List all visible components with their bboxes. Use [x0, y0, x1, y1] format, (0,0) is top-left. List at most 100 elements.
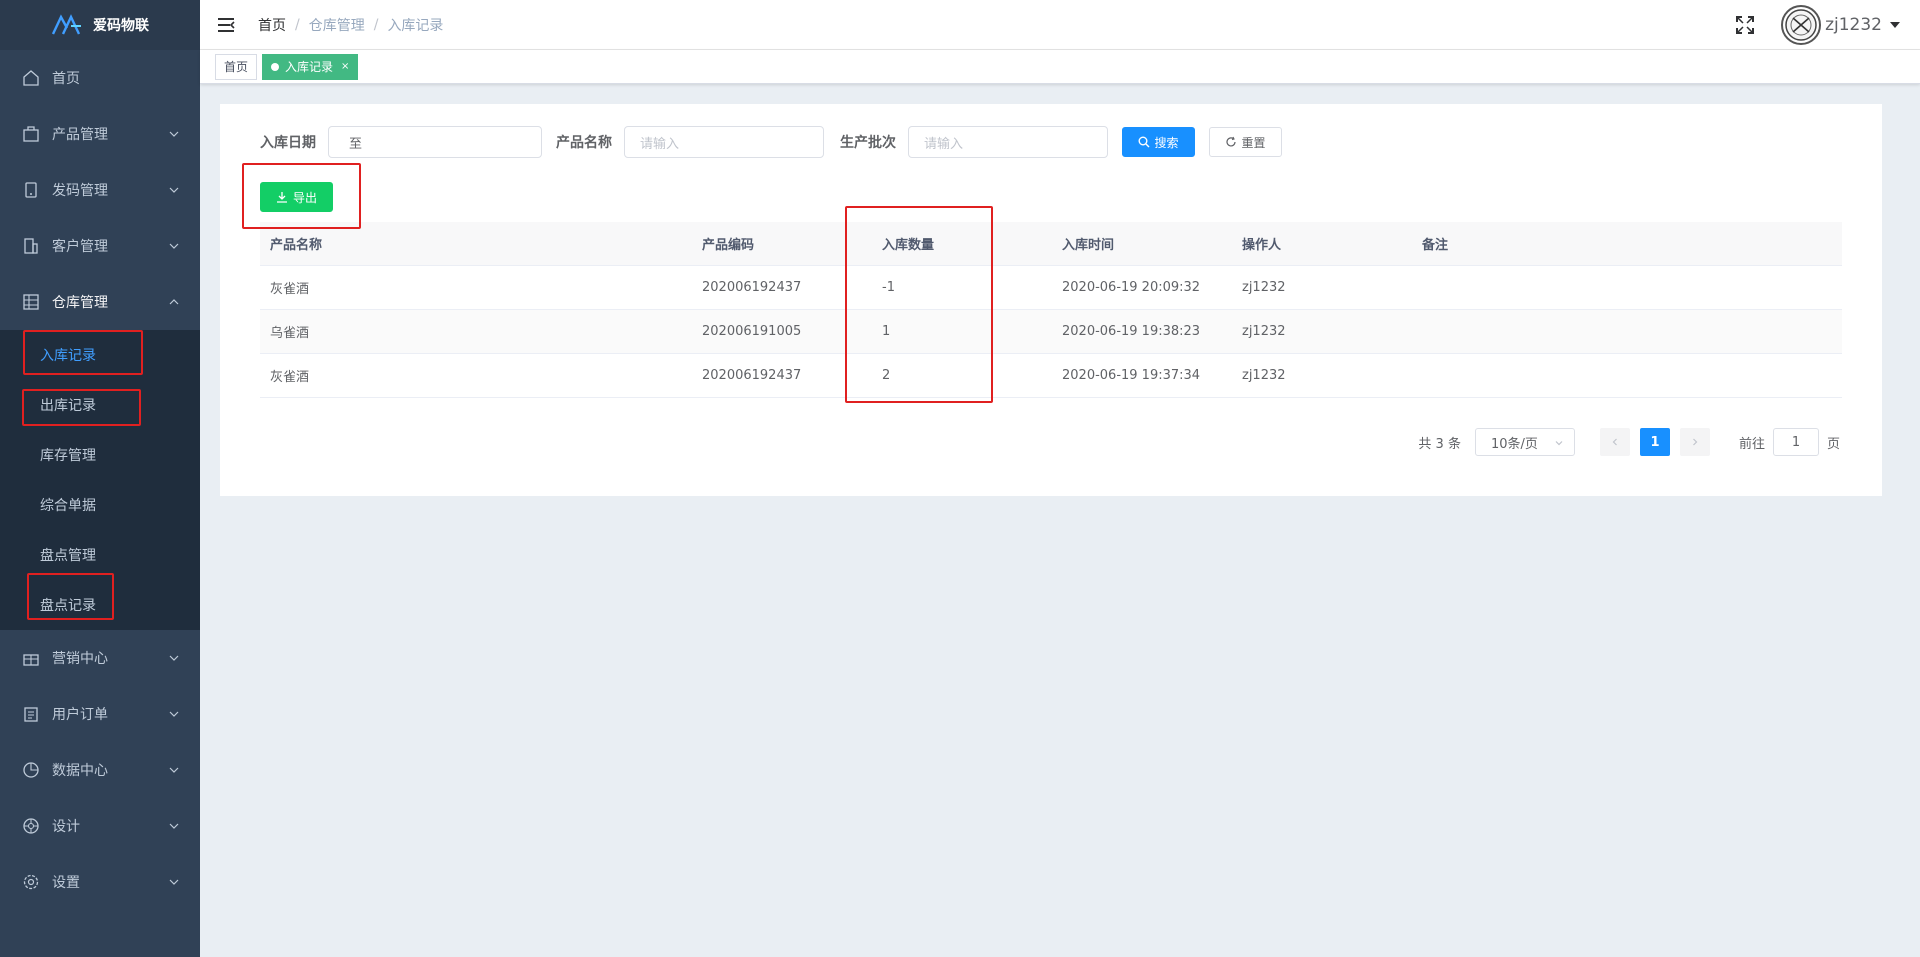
next-page-button[interactable]	[1679, 428, 1710, 456]
sidebar-item-label: 仓库管理	[52, 295, 108, 311]
design-icon	[23, 818, 39, 834]
table-cell: zj1232	[1242, 324, 1286, 339]
table-row[interactable]: 乌雀酒 202006191005 1 2020-06-19 19:38:23 z…	[260, 310, 1842, 354]
table-cell: 灰雀酒	[270, 370, 310, 385]
column-header[interactable]: 产品名称	[260, 234, 692, 253]
export-button-label: 导出	[292, 190, 317, 205]
product-icon	[23, 126, 39, 142]
date-range-separator: 至	[349, 136, 363, 152]
username[interactable]: zj1232	[1825, 15, 1882, 35]
home-icon	[23, 70, 39, 86]
prev-page-button[interactable]	[1599, 428, 1630, 456]
sidebar-item-marketing[interactable]: 营销中心	[0, 630, 200, 686]
sidebar-item-label: 综合单据	[40, 498, 96, 514]
close-icon[interactable]: ×	[341, 55, 349, 79]
sidebar-item-documents[interactable]: 综合单据	[0, 480, 200, 530]
product-name-label: 产品名称	[556, 135, 612, 151]
table-row[interactable]: 灰雀酒 202006192437 2 2020-06-19 19:37:34 z…	[260, 354, 1842, 398]
sidebar-item-design[interactable]: 设计	[0, 798, 200, 854]
date-label: 入库日期	[260, 135, 316, 151]
warehouse-submenu: 入库记录 出库记录 库存管理 综合单据 盘点管理 盘点记录	[0, 330, 200, 630]
page-size-value: 10条/页	[1490, 436, 1538, 452]
tag-label: 入库记录	[285, 59, 334, 74]
logo[interactable]: 爱码物联	[0, 0, 200, 50]
active-dot-icon	[271, 62, 280, 71]
product-name-placeholder: 请输入	[640, 136, 680, 152]
batch-label: 生产批次	[840, 135, 896, 151]
search-button[interactable]: 搜索	[1122, 127, 1195, 157]
sidebar-item-stocktake-records[interactable]: 盘点记录	[0, 580, 200, 630]
column-header[interactable]: 入库数量	[872, 234, 1052, 253]
sidebar-item-home[interactable]: 首页	[0, 50, 200, 106]
navbar-right: zj1232	[1735, 0, 1900, 50]
tag-label: 首页	[224, 59, 249, 74]
sidebar-item-product[interactable]: 产品管理	[0, 106, 200, 162]
breadcrumb-separator: /	[295, 16, 300, 33]
column-header[interactable]: 入库时间	[1052, 234, 1232, 253]
sidebar-item-label: 出库记录	[40, 398, 96, 414]
table-cell: 乌雀酒	[270, 326, 310, 341]
sidebar-item-code[interactable]: 发码管理	[0, 162, 200, 218]
sidebar-item-stocktake[interactable]: 盘点管理	[0, 530, 200, 580]
sidebar-item-label: 设置	[52, 875, 80, 891]
column-header[interactable]: 产品编码	[692, 234, 872, 253]
gift-icon	[23, 654, 39, 666]
sidebar-item-orders[interactable]: 用户订单	[0, 686, 200, 742]
table-row[interactable]: 灰雀酒 202006192437 -1 2020-06-19 20:09:32 …	[260, 266, 1842, 310]
sidebar-item-outbound-records[interactable]: 出库记录	[0, 380, 200, 430]
table-cell: 202006191005	[702, 324, 802, 339]
page-size-select[interactable]: 10条/页	[1474, 428, 1575, 456]
page-number-current[interactable]: 1	[1639, 428, 1670, 456]
table-cell: 1	[882, 324, 891, 339]
sidebar-item-settings[interactable]: 设置	[0, 854, 200, 910]
avatar[interactable]	[1781, 5, 1822, 45]
chevron-down-icon	[1555, 441, 1563, 446]
sidebar-item-inventory[interactable]: 库存管理	[0, 430, 200, 480]
navbar: 首页 / 仓库管理 / 入库记录 zj1232	[200, 0, 1920, 50]
sidebar-item-inbound-records[interactable]: 入库记录	[0, 330, 200, 380]
table-cell: 202006192437	[702, 368, 802, 383]
batch-input[interactable]: 请输入	[908, 126, 1108, 158]
customer-icon	[24, 238, 38, 254]
search-icon	[1138, 136, 1150, 148]
sidebar-item-customer[interactable]: 客户管理	[0, 218, 200, 274]
inbound-records-table: 产品名称 产品编码 入库数量 入库时间 操作人 备注 灰雀酒 202006192…	[260, 222, 1842, 398]
table-cell: 2	[882, 368, 891, 383]
sidebar-item-data[interactable]: 数据中心	[0, 742, 200, 798]
chevron-down-icon	[169, 823, 179, 829]
hamburger-icon[interactable]	[216, 15, 236, 35]
breadcrumb-warehouse: 仓库管理	[308, 17, 365, 34]
search-form: 入库日期 至 产品名称 请输入 生产批次 请输入 搜索 重置	[260, 126, 1282, 158]
app-title: 爱码物联	[93, 18, 149, 34]
tag-home[interactable]: 首页	[215, 53, 258, 80]
sidebar-item-warehouse[interactable]: 仓库管理	[0, 274, 200, 330]
sidebar: 爱码物联 首页 产品管理 发码管理 客户管理 仓库管理 入库记录 出库记录 库存…	[0, 0, 200, 957]
reset-button-label: 重置	[1241, 135, 1266, 150]
order-icon	[24, 707, 38, 722]
product-name-input[interactable]: 请输入	[624, 126, 824, 158]
table-cell: zj1232	[1242, 368, 1286, 383]
goto-page-input[interactable]: 1	[1772, 428, 1819, 456]
export-button[interactable]: 导出	[260, 182, 333, 212]
table-header: 产品名称 产品编码 入库数量 入库时间 操作人 备注	[260, 222, 1842, 266]
tags-view: 首页 入库记录 ×	[200, 50, 1920, 84]
chevron-down-icon	[169, 711, 179, 717]
chevron-up-icon	[169, 299, 179, 305]
sidebar-item-label: 盘点记录	[40, 598, 96, 614]
tag-inbound-records[interactable]: 入库记录 ×	[262, 53, 359, 80]
date-range-picker[interactable]: 至	[328, 126, 542, 158]
column-header[interactable]: 操作人	[1232, 234, 1412, 253]
breadcrumb-home[interactable]: 首页	[258, 15, 286, 35]
table-cell: 202006192437	[702, 280, 802, 295]
logo-icon	[51, 14, 81, 35]
sidebar-item-label: 盘点管理	[40, 548, 96, 564]
chevron-down-icon	[169, 655, 179, 661]
reset-button[interactable]: 重置	[1209, 127, 1282, 157]
fullscreen-icon[interactable]	[1735, 15, 1755, 35]
column-header[interactable]: 备注	[1412, 234, 1842, 253]
sidebar-item-label: 入库记录	[40, 348, 96, 364]
chevron-down-icon	[169, 131, 179, 137]
refresh-icon	[1226, 136, 1237, 147]
caret-down-icon[interactable]	[1890, 22, 1900, 28]
batch-placeholder: 请输入	[924, 136, 964, 152]
